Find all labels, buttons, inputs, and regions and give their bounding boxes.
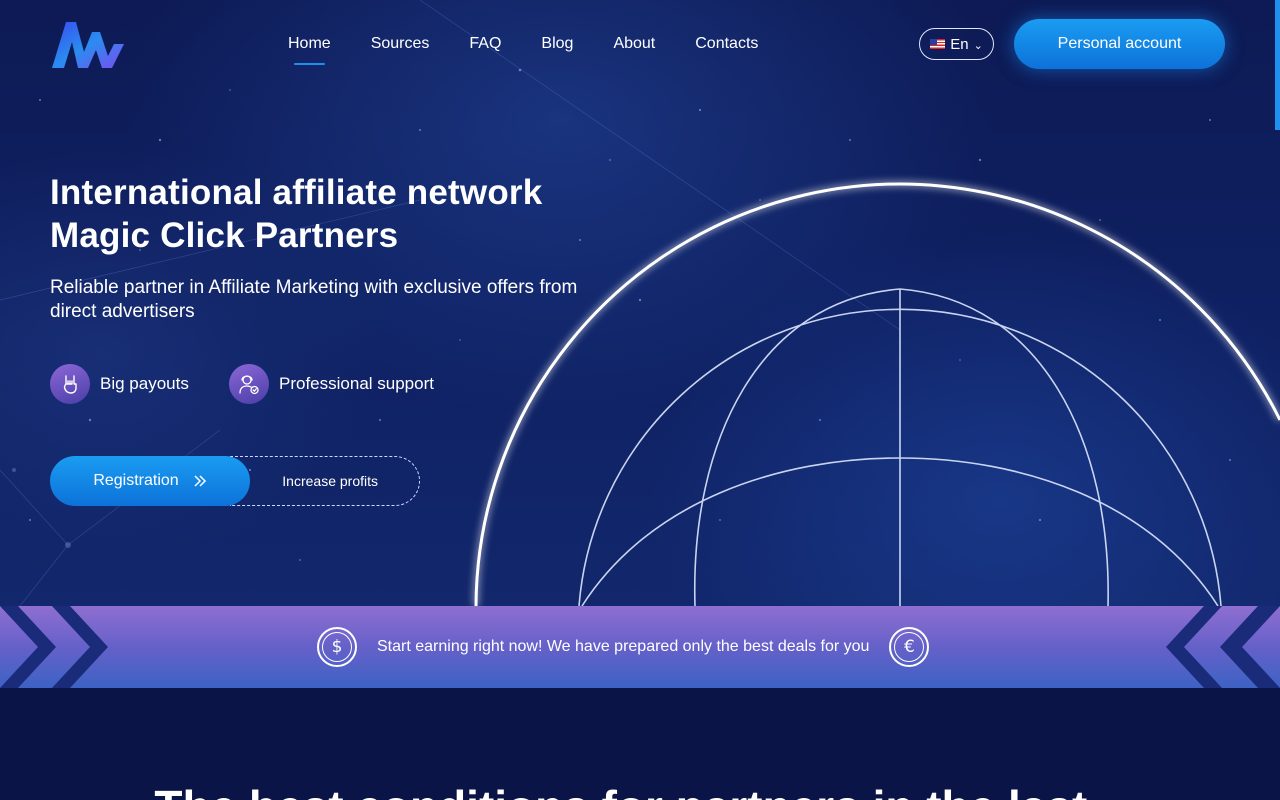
- feature-label: Big payouts: [100, 374, 189, 393]
- language-selector[interactable]: En ⌄: [919, 28, 994, 60]
- banner-text: Start earning right now! We have prepare…: [377, 638, 870, 655]
- feature-professional-support: Professional support: [229, 364, 434, 404]
- hero-title-line1: International affiliate network: [50, 173, 543, 212]
- section-heading: The best conditions for partners in the …: [0, 780, 1280, 800]
- personal-account-button[interactable]: Personal account: [1014, 19, 1225, 69]
- hero-subtitle: Reliable partner in Affiliate Marketing …: [50, 277, 578, 322]
- hero-title-line2: Magic Click Partners: [50, 216, 399, 255]
- chevron-down-icon: ⌄: [973, 39, 983, 52]
- banner-content: $ Start earning right now! We have prepa…: [317, 627, 930, 667]
- promo-banner: $ Start earning right now! We have prepa…: [0, 606, 1280, 688]
- feature-label: Professional support: [279, 374, 434, 393]
- scrollbar-thumb[interactable]: [1275, 0, 1280, 130]
- nav-blog[interactable]: Blog: [541, 34, 573, 54]
- nav-sources[interactable]: Sources: [371, 34, 430, 54]
- rock-hand-icon: [50, 364, 90, 404]
- registration-button[interactable]: Registration: [50, 456, 250, 506]
- support-agent-icon: [229, 364, 269, 404]
- logo-icon[interactable]: [50, 18, 126, 70]
- us-flag-icon: [930, 39, 946, 49]
- dollar-coin-icon: $: [317, 627, 357, 667]
- nav-faq[interactable]: FAQ: [469, 34, 501, 54]
- nav-contacts[interactable]: Contacts: [695, 34, 758, 54]
- nav-about[interactable]: About: [613, 34, 655, 54]
- banner-chevrons-right: [1166, 606, 1280, 688]
- language-label: En: [950, 35, 969, 53]
- increase-profits-label: Increase profits: [230, 456, 420, 506]
- registration-label: Registration: [93, 472, 179, 489]
- euro-coin-icon: €: [889, 627, 930, 667]
- hero-title: International affiliate network Magic Cl…: [50, 171, 610, 257]
- feature-big-payouts: Big payouts: [50, 364, 189, 404]
- registration-cta: Increase profits Registration: [50, 456, 420, 506]
- double-chevron-right-icon: [194, 475, 206, 487]
- nav-home[interactable]: Home: [288, 34, 331, 65]
- banner-chevrons-left: [0, 606, 108, 688]
- main-navigation: Home Sources FAQ Blog About Contacts: [288, 34, 798, 65]
